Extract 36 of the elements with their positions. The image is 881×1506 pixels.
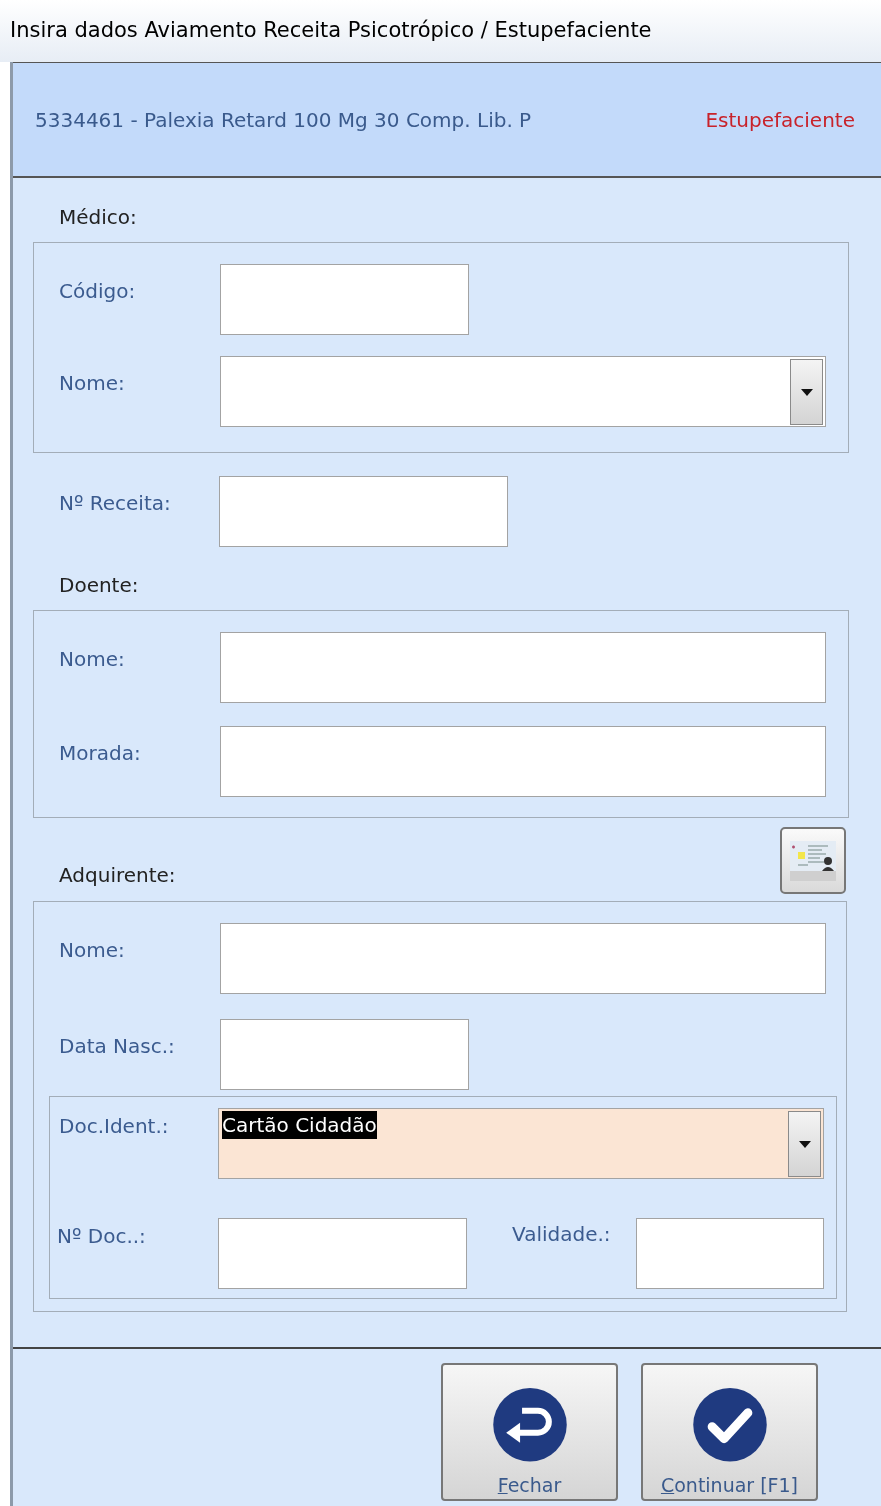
- caret-icon: [800, 388, 813, 396]
- selected-value: Cartão Cidadão: [222, 1111, 377, 1139]
- product-name: 5334461 - Palexia Retard 100 Mg 30 Comp. Lib. P: [35, 106, 532, 134]
- input-field[interactable]: [220, 264, 469, 335]
- field-label: Doc.Ident.:: [58, 1113, 170, 1140]
- section-label: Doente:: [58, 572, 140, 599]
- dropdown-field[interactable]: Cartão Cidadão: [218, 1108, 824, 1179]
- input-field[interactable]: [220, 632, 826, 703]
- field-label: Nº Doc..:: [56, 1223, 147, 1250]
- input-field[interactable]: [220, 923, 826, 994]
- section-label: Adquirente:: [58, 862, 176, 889]
- close-button[interactable]: Fechar: [441, 1363, 618, 1501]
- section-label: Médico:: [58, 204, 138, 231]
- input-field[interactable]: [220, 726, 826, 797]
- continue-button[interactable]: Continuar [F1]: [641, 1363, 818, 1501]
- dropdown-field[interactable]: [220, 356, 826, 427]
- category-label: Estupefaciente: [705, 106, 855, 134]
- id-card-button[interactable]: [780, 827, 846, 894]
- field-label: Validade.:: [511, 1221, 612, 1248]
- dropdown-button[interactable]: [790, 359, 823, 425]
- field-label: Código:: [58, 278, 137, 305]
- field-label: Data Nasc.:: [58, 1033, 176, 1060]
- field-label: Nome:: [58, 370, 126, 397]
- window-title: Insira dados Aviamento Receita Psicotrópico / Estupefaciente: [10, 17, 652, 45]
- input-field[interactable]: [220, 1019, 469, 1090]
- caret-icon: [798, 1140, 811, 1148]
- field-label: Morada:: [58, 740, 142, 767]
- input-field[interactable]: [219, 476, 508, 547]
- field-label: Nome:: [58, 937, 126, 964]
- checkmark-icon: [691, 1387, 768, 1463]
- input-field[interactable]: [218, 1218, 467, 1289]
- id-card-icon: [788, 838, 838, 883]
- field-label: Nº Receita:: [58, 490, 172, 517]
- field-label: Nome:: [58, 646, 126, 673]
- input-field[interactable]: [636, 1218, 824, 1289]
- dropdown-button[interactable]: [788, 1111, 821, 1177]
